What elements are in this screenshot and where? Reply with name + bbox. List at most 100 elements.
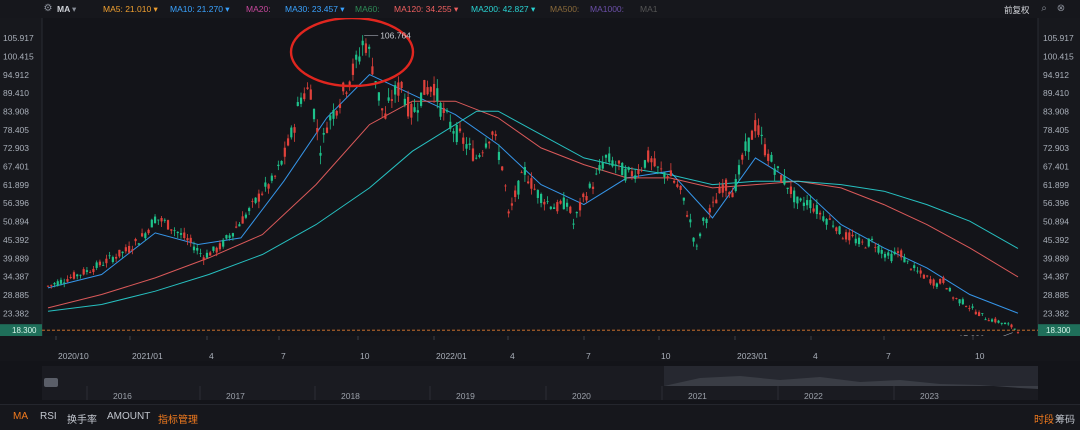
- candle-body: [867, 238, 870, 247]
- candle-body: [293, 127, 296, 133]
- candle-body: [844, 232, 848, 240]
- candle-body: [708, 208, 711, 213]
- candle-body: [286, 138, 290, 146]
- price-chart[interactable]: 105.917 105.917 100.415 100.415 94.912 94.912…: [0, 18, 1080, 404]
- candle-body: [277, 164, 280, 167]
- price-tick-right: 34.387: [1043, 272, 1069, 282]
- price-tick-right: 67.401: [1043, 162, 1069, 172]
- candle-body: [504, 185, 507, 187]
- navigator-year: 2021: [688, 391, 707, 401]
- time-label: 2020/10: [58, 351, 89, 361]
- candle-body: [974, 311, 977, 315]
- indicator-name[interactable]: MA: [57, 4, 70, 14]
- adjust-mode-button[interactable]: 前复权: [1004, 4, 1030, 16]
- candle-body: [757, 125, 760, 135]
- candle-body: [364, 43, 368, 53]
- candle-body: [864, 247, 867, 249]
- candle-body: [131, 249, 134, 251]
- candle-body: [754, 120, 757, 132]
- time-label: 4: [813, 351, 818, 361]
- settings-icon[interactable]: ⚙: [42, 3, 54, 15]
- candle-body: [322, 132, 325, 135]
- candle-body: [718, 186, 721, 194]
- candle-body: [212, 246, 215, 251]
- candle-body: [880, 250, 883, 254]
- candle-body: [484, 143, 488, 148]
- candle-body: [238, 224, 241, 227]
- candle-body: [698, 233, 702, 237]
- candle-body: [407, 96, 410, 117]
- candle-body: [92, 268, 95, 273]
- candle-body: [46, 285, 50, 287]
- candle-body: [196, 247, 199, 251]
- navigator-year: 2019: [456, 391, 475, 401]
- candle-body: [115, 256, 118, 259]
- candle-body: [338, 103, 342, 109]
- candle-body: [796, 196, 799, 204]
- candle-body: [783, 175, 786, 185]
- candle-body: [50, 284, 53, 286]
- candle-body: [643, 160, 647, 168]
- time-label: 7: [281, 351, 286, 361]
- candle-body: [744, 141, 747, 151]
- candle-body: [540, 193, 543, 204]
- candle-body: [971, 306, 974, 308]
- candle-body: [329, 115, 332, 121]
- time-label: 10: [975, 351, 985, 361]
- candle-body: [608, 153, 611, 162]
- candle-body: [186, 238, 189, 241]
- candle-body: [342, 82, 345, 92]
- candle-body: [556, 202, 559, 212]
- tab-period[interactable]: 时段: [1034, 411, 1054, 426]
- candle-body: [225, 235, 228, 239]
- tab-ma[interactable]: MA: [13, 411, 28, 422]
- tab-rsi[interactable]: RSI: [40, 411, 57, 422]
- current-price-label-left: 18.300: [12, 326, 37, 335]
- candle-body: [468, 143, 471, 146]
- close-icon[interactable]: ⊗: [1055, 3, 1067, 15]
- tab-turnover[interactable]: 换手率: [67, 411, 97, 426]
- candle-body: [121, 251, 124, 254]
- candle-body: [546, 201, 549, 203]
- tab-chips[interactable]: 筹码: [1055, 411, 1075, 426]
- tab-amount[interactable]: AMOUNT: [107, 411, 150, 422]
- candle-body: [634, 175, 637, 179]
- candle-body: [248, 208, 251, 212]
- candle-body: [218, 243, 222, 250]
- candle-body: [621, 162, 624, 176]
- candle-body: [984, 319, 987, 321]
- candle-body: [147, 229, 150, 234]
- candle-body: [436, 88, 439, 102]
- ma-value-9: MA1: [640, 4, 658, 14]
- candle-body: [173, 230, 176, 232]
- candle-body: [351, 63, 355, 75]
- chevron-down-icon[interactable]: ▾: [72, 4, 76, 15]
- candle-body: [770, 154, 773, 162]
- candle-body: [283, 147, 286, 157]
- candle-body: [79, 274, 82, 276]
- candle-body: [95, 262, 98, 268]
- candle-body: [325, 127, 329, 133]
- candle-body: [111, 257, 114, 263]
- indicator-tab-bar: MA RSI 换手率 AMOUNT 指标管理 时段 筹码: [0, 404, 1080, 430]
- candle-body: [231, 233, 235, 237]
- candle-body: [82, 269, 85, 275]
- candle-body: [692, 237, 695, 242]
- indicator-manage-button[interactable]: 指标管理: [158, 411, 198, 426]
- candle-body: [273, 175, 277, 177]
- candle-body: [501, 166, 504, 171]
- candle-body: [445, 110, 449, 112]
- candle-body: [517, 180, 520, 195]
- candle-body: [536, 190, 539, 198]
- candle-body: [170, 229, 173, 231]
- candle-body: [728, 192, 731, 195]
- candle-body: [530, 178, 533, 189]
- candle-body: [964, 306, 968, 307]
- candle-body: [650, 158, 653, 163]
- candle-body: [371, 66, 374, 75]
- search-icon[interactable]: ⌕: [1038, 3, 1050, 15]
- candle-body: [53, 283, 56, 285]
- candle-body: [673, 180, 676, 183]
- candle-body: [760, 134, 763, 137]
- candle-body: [598, 165, 601, 171]
